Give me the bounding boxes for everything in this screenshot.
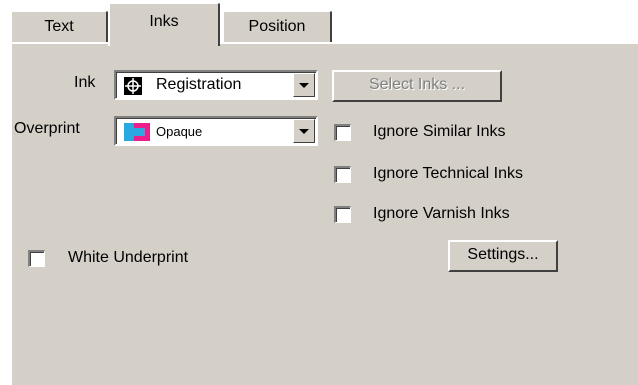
tab-text[interactable]: Text [10, 10, 108, 44]
ignore-varnish-inks-checkbox[interactable] [334, 206, 351, 223]
ink-value: Registration [156, 76, 242, 93]
ignore-technical-inks-label: Ignore Technical Inks [373, 165, 524, 182]
white-underprint-checkbox[interactable] [28, 250, 45, 267]
settings-button[interactable]: Settings... [448, 240, 558, 272]
tab-bar: Text Inks Position [0, 0, 638, 46]
select-inks-button[interactable]: Select Inks ... [332, 70, 502, 102]
ignore-varnish-inks-label: Ignore Varnish Inks [373, 205, 510, 222]
inks-panel: Ink Registration Select Inks ... Overpri… [10, 42, 638, 385]
overprint-value: Opaque [156, 124, 203, 139]
ink-label: Ink [74, 74, 96, 91]
overprint-label: Overprint [14, 120, 80, 137]
opaque-overprint-swatch-icon [124, 123, 150, 146]
tab-inks[interactable]: Inks [108, 2, 220, 46]
chevron-down-icon[interactable] [293, 119, 315, 143]
ignore-similar-inks-label: Ignore Similar Inks [373, 123, 506, 140]
chevron-down-icon[interactable] [293, 73, 315, 97]
white-underprint-label: White Underprint [68, 249, 189, 266]
ignore-similar-inks-checkbox[interactable] [334, 124, 351, 141]
registration-mark-icon [124, 77, 142, 100]
overprint-dropdown[interactable]: Opaque [114, 116, 318, 146]
ignore-technical-inks-checkbox[interactable] [334, 166, 351, 183]
ink-dropdown[interactable]: Registration [114, 70, 318, 100]
tab-position[interactable]: Position [222, 10, 332, 44]
